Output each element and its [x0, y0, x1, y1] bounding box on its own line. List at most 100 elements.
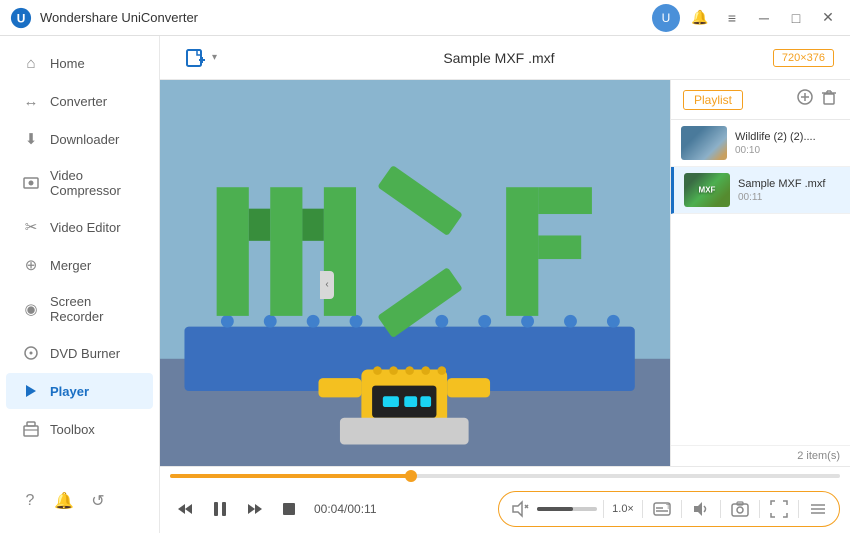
sidebar-item-video-editor[interactable]: ✂ Video Editor — [6, 209, 153, 245]
speed-button[interactable]: 1.0× — [610, 496, 636, 522]
titlebar: U Wondershare UniConverter U 🔔 ≡ ─ □ ✕ — [0, 0, 850, 36]
playlist-thumb-2 — [684, 173, 730, 207]
playlist-toggle-button[interactable] — [805, 496, 831, 522]
sidebar-label-screen-recorder: Screen Recorder — [50, 294, 137, 324]
progress-bar-container[interactable] — [160, 467, 850, 485]
svg-text:T: T — [666, 504, 671, 511]
rewind-button[interactable] — [170, 494, 200, 524]
sync-icon[interactable]: ↺ — [84, 487, 112, 515]
sidebar-item-toolbox[interactable]: Toolbox — [6, 411, 153, 447]
sidebar-item-player[interactable]: Player — [6, 373, 153, 409]
sidebar-bottom: ? 🔔 ↺ — [0, 477, 159, 525]
video-frame — [160, 80, 670, 466]
playlist-header: Playlist — [671, 80, 850, 120]
notification-btn[interactable]: 🔔 — [688, 6, 712, 30]
divider-1 — [603, 500, 604, 518]
sidebar: ⌂ Home ↔ Converter ⬇ Downloader Video Co… — [0, 36, 160, 533]
pause-button[interactable] — [204, 493, 236, 525]
fullscreen-button[interactable] — [766, 496, 792, 522]
help-icon[interactable]: ? — [16, 487, 44, 515]
close-btn[interactable]: ✕ — [816, 6, 840, 30]
video-thumbnail — [160, 80, 670, 466]
player-toolbar: ▾ Sample MXF .mxf 720×376 — [160, 36, 850, 80]
add-file-dropdown-arrow: ▾ — [212, 52, 217, 63]
main-layout: ⌂ Home ↔ Converter ⬇ Downloader Video Co… — [0, 36, 850, 533]
video-editor-icon: ✂ — [22, 218, 40, 236]
app-logo: U — [10, 7, 32, 29]
sidebar-item-dvd-burner[interactable]: DVD Burner — [6, 335, 153, 371]
toolbar-left: ▾ — [176, 42, 225, 74]
video-title: Sample MXF .mxf — [443, 50, 554, 66]
sidebar-label-merger: Merger — [50, 258, 91, 273]
toolbox-icon — [22, 420, 40, 438]
divider-2 — [642, 500, 643, 518]
titlebar-left: U Wondershare UniConverter — [10, 7, 198, 29]
forward-button[interactable] — [240, 494, 270, 524]
player-controls: 00:04/00:11 1.0× — [160, 466, 850, 533]
playlist-item[interactable]: Sample MXF .mxf 00:11 — [671, 167, 850, 214]
playlist-duration-2: 00:11 — [738, 192, 840, 203]
playlist-duration-1: 00:10 — [735, 145, 840, 156]
subtitle-button[interactable]: T — [649, 496, 675, 522]
dvd-burner-icon — [22, 344, 40, 362]
notification-sidebar-icon[interactable]: 🔔 — [50, 487, 78, 515]
player-icon — [22, 382, 40, 400]
sidebar-label-video-compressor: Video Compressor — [50, 168, 137, 198]
sidebar-collapse-handle[interactable]: ‹ — [320, 271, 334, 299]
sidebar-item-merger[interactable]: ⊕ Merger — [6, 247, 153, 283]
stop-button[interactable] — [274, 494, 304, 524]
snapshot-button[interactable] — [727, 496, 753, 522]
playlist-add-icon[interactable] — [796, 88, 814, 111]
sidebar-item-video-compressor[interactable]: Video Compressor — [6, 159, 153, 207]
sidebar-item-downloader[interactable]: ⬇ Downloader — [6, 121, 153, 157]
resolution-badge: 720×376 — [773, 49, 834, 67]
home-icon: ⌂ — [22, 54, 40, 72]
volume-fill — [537, 507, 573, 511]
playlist-tab[interactable]: Playlist — [683, 90, 743, 110]
playlist-panel: Playlist Wildli — [670, 80, 850, 466]
controls-row: 00:04/00:11 1.0× — [160, 485, 850, 533]
sidebar-label-converter: Converter — [50, 94, 107, 109]
sidebar-label-video-editor: Video Editor — [50, 220, 121, 235]
svg-text:U: U — [17, 11, 26, 25]
playlist-count: 2 item(s) — [671, 445, 850, 466]
audio-button[interactable] — [688, 496, 714, 522]
sidebar-label-home: Home — [50, 56, 85, 71]
minimize-btn[interactable]: ─ — [752, 6, 776, 30]
maximize-btn[interactable]: □ — [784, 6, 808, 30]
downloader-icon: ⬇ — [22, 130, 40, 148]
playlist-name-2: Sample MXF .mxf — [738, 178, 840, 190]
progress-thumb[interactable] — [405, 470, 417, 482]
player-area: Playlist Wildli — [160, 80, 850, 466]
user-icon[interactable]: U — [652, 4, 680, 32]
divider-5 — [759, 500, 760, 518]
sidebar-item-converter[interactable]: ↔ Converter — [6, 83, 153, 119]
add-file-button[interactable]: ▾ — [176, 42, 225, 74]
menu-btn[interactable]: ≡ — [720, 6, 744, 30]
titlebar-title: Wondershare UniConverter — [40, 10, 198, 25]
sidebar-label-toolbox: Toolbox — [50, 422, 95, 437]
sidebar-label-dvd-burner: DVD Burner — [50, 346, 120, 361]
playlist-actions — [796, 88, 838, 111]
screen-recorder-icon: ◉ — [22, 300, 40, 318]
divider-4 — [720, 500, 721, 518]
video-container[interactable] — [160, 80, 670, 466]
controls-left: 00:04/00:11 — [170, 493, 377, 525]
sidebar-item-screen-recorder[interactable]: ◉ Screen Recorder — [6, 285, 153, 333]
volume-mute-button[interactable] — [507, 496, 533, 522]
titlebar-actions: U 🔔 ≡ ─ □ ✕ — [652, 4, 840, 32]
speed-label: 1.0× — [612, 503, 634, 515]
divider-6 — [798, 500, 799, 518]
playlist-item[interactable]: Wildlife (2) (2).... 00:10 — [671, 120, 850, 167]
content-area: ‹ ▾ Sample MXF .mxf 720×376 — [160, 36, 850, 533]
add-file-icon — [184, 46, 208, 70]
controls-right: 1.0× T — [498, 491, 840, 527]
playlist-items: Wildlife (2) (2).... 00:10 Sample MXF .m… — [671, 120, 850, 445]
progress-fill — [170, 474, 411, 478]
sidebar-item-home[interactable]: ⌂ Home — [6, 45, 153, 81]
time-display: 00:04/00:11 — [314, 502, 377, 516]
playlist-delete-icon[interactable] — [820, 88, 838, 111]
volume-slider[interactable] — [537, 507, 597, 511]
progress-track[interactable] — [170, 474, 840, 478]
playlist-name-1: Wildlife (2) (2).... — [735, 131, 840, 143]
